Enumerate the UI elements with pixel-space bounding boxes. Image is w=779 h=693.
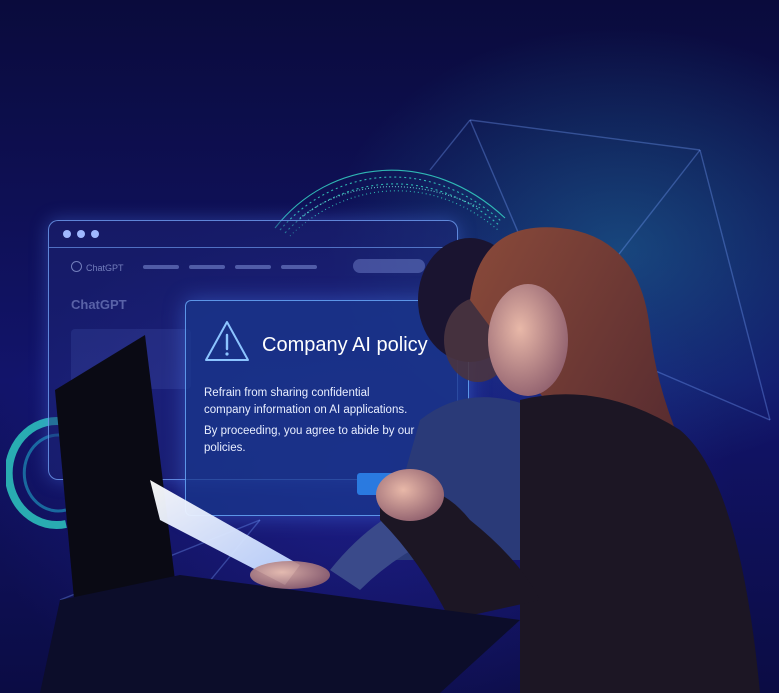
people-at-laptop-photo (40, 227, 760, 693)
